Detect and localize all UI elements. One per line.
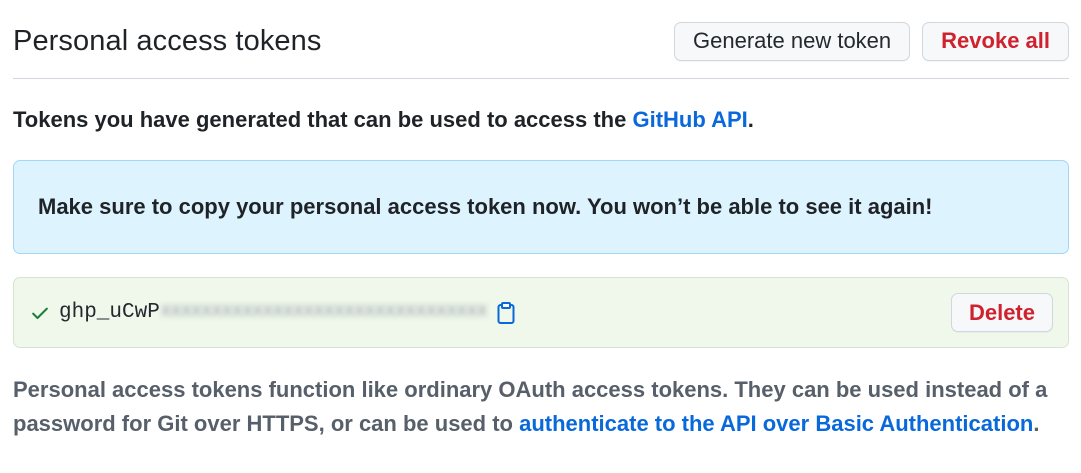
intro-text-end: . xyxy=(747,107,754,132)
basic-auth-link[interactable]: authenticate to the API over Basic Authe… xyxy=(519,411,1033,436)
token-value-group: ghp_uCwP XXXXXXXXXXXXXXXXXXXXXXXXXXXXXXX… xyxy=(30,301,517,325)
page-title: Personal access tokens xyxy=(13,24,322,57)
token-masked-value: XXXXXXXXXXXXXXXXXXXXXXXXXXXXXXXX xyxy=(160,303,488,322)
page-header: Personal access tokens Generate new toke… xyxy=(13,0,1069,79)
delete-token-button[interactable]: Delete xyxy=(950,293,1053,332)
header-actions: Generate new token Revoke all xyxy=(674,21,1069,61)
revoke-all-button[interactable]: Revoke all xyxy=(922,21,1069,61)
generate-new-token-button[interactable]: Generate new token xyxy=(674,21,911,61)
new-token-box: ghp_uCwP XXXXXXXXXXXXXXXXXXXXXXXXXXXXXXX… xyxy=(13,277,1069,348)
token-description: Personal access tokens function like ord… xyxy=(13,373,1073,441)
github-api-link[interactable]: GitHub API xyxy=(632,107,747,132)
clipboard-icon[interactable] xyxy=(495,301,517,325)
intro-text-body: Tokens you have generated that can be us… xyxy=(13,107,633,132)
check-icon xyxy=(30,303,50,323)
token-description-end: . xyxy=(1033,411,1040,436)
token-prefix: ghp_uCwP xyxy=(59,301,160,324)
copy-token-flash: Make sure to copy your personal access t… xyxy=(13,160,1069,254)
settings-page: Personal access tokens Generate new toke… xyxy=(0,0,1081,473)
intro-text: Tokens you have generated that can be us… xyxy=(13,105,1069,135)
flash-message: Make sure to copy your personal access t… xyxy=(38,194,933,219)
